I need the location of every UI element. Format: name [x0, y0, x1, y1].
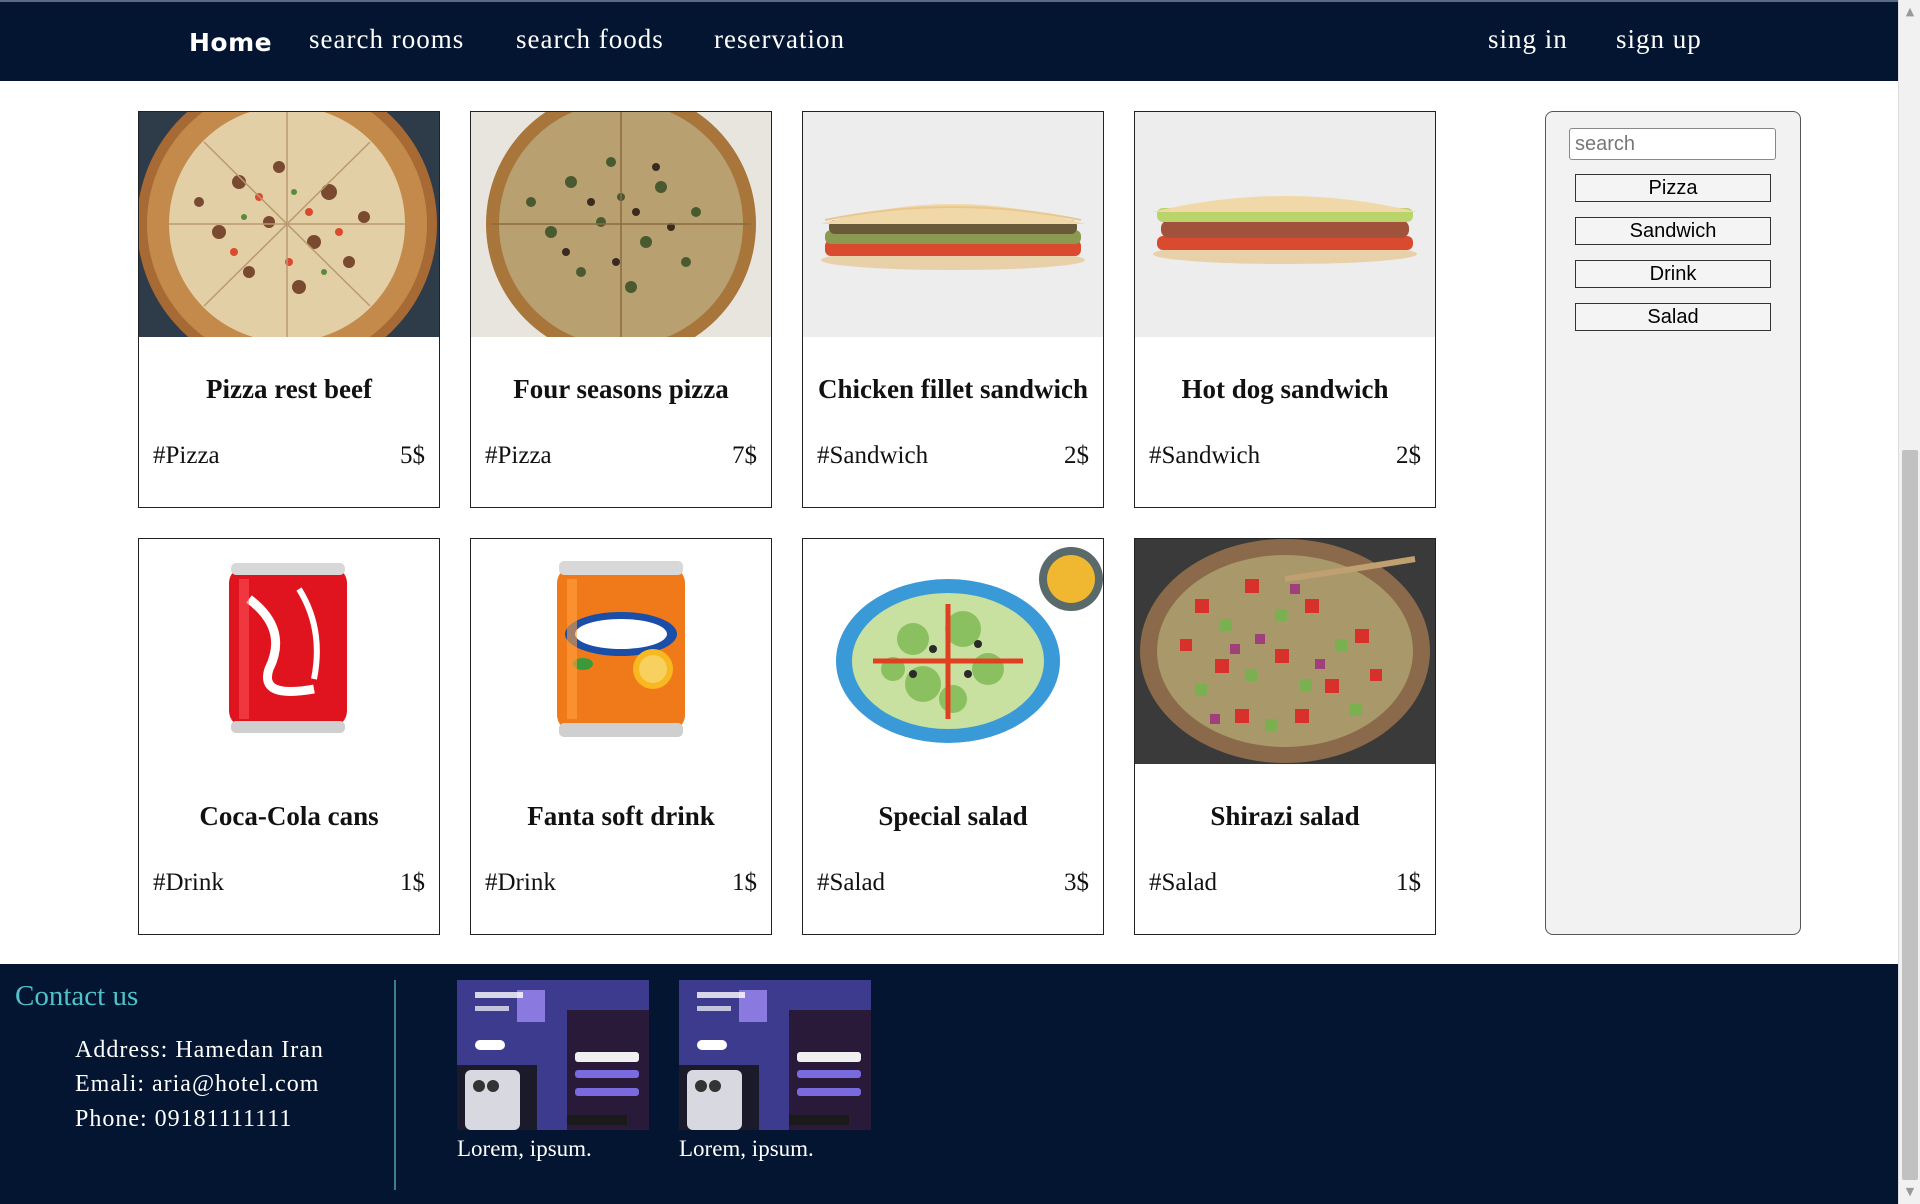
footer-divider	[394, 980, 396, 1190]
promo-banner-image[interactable]	[457, 980, 649, 1130]
category-salad-button[interactable]: Salad	[1575, 303, 1771, 331]
hotdog-sandwich-image	[1135, 112, 1435, 337]
food-price: 3$	[1064, 869, 1089, 896]
food-title: Shirazi salad	[1210, 801, 1360, 831]
category-pizza-button[interactable]: Pizza	[1575, 174, 1771, 202]
food-card[interactable]: Special salad #Salad 3$	[802, 538, 1104, 935]
food-price: 1$	[1396, 869, 1421, 896]
food-card[interactable]: Pizza rest beef #Pizza 5$	[138, 111, 440, 508]
nav-search-foods-link[interactable]: search foods	[516, 24, 664, 55]
special-salad-image	[803, 539, 1103, 764]
pizza-beef-image	[139, 112, 439, 337]
search-input[interactable]	[1569, 128, 1776, 160]
food-title: Fanta soft drink	[527, 801, 715, 831]
contact-phone: Phone: 09181111111	[75, 1106, 293, 1132]
food-card[interactable]: Shirazi salad #Salad 1$	[1134, 538, 1436, 935]
pizza-four-seasons-image	[471, 112, 771, 337]
food-card[interactable]: Fanta soft drink #Drink 1$	[470, 538, 772, 935]
food-card[interactable]: Four seasons pizza #Pizza 7$	[470, 111, 772, 508]
scroll-down-icon[interactable]: ▼	[1899, 1182, 1920, 1202]
promo-caption: Lorem, ipsum.	[679, 1136, 814, 1161]
nav-reservation-link[interactable]: reservation	[714, 24, 845, 55]
site-footer: Contact us Address: Hamedan Iran Emali: …	[0, 964, 1898, 1204]
food-title: Hot dog sandwich	[1181, 374, 1389, 404]
chicken-sandwich-image	[803, 112, 1103, 337]
page-scrollbar[interactable]: ▲ ▼	[1898, 0, 1920, 1204]
food-tag[interactable]: #Pizza	[485, 442, 552, 470]
food-tag[interactable]: #Drink	[153, 869, 224, 897]
nav-search-rooms-link[interactable]: search rooms	[309, 24, 464, 55]
coca-cola-can-image	[139, 539, 439, 764]
nav-home-link[interactable]: Home	[189, 28, 272, 57]
food-card[interactable]: Coca-Cola cans #Drink 1$	[138, 538, 440, 935]
nav-sign-in-link[interactable]: sing in	[1488, 24, 1568, 55]
scrollbar-thumb[interactable]	[1902, 450, 1918, 1180]
food-tag[interactable]: #Pizza	[153, 442, 220, 470]
fanta-can-image	[471, 539, 771, 764]
food-price: 1$	[400, 869, 425, 896]
food-tag[interactable]: #Sandwich	[817, 442, 928, 470]
category-drink-button[interactable]: Drink	[1575, 260, 1771, 288]
food-title: Coca-Cola cans	[199, 801, 379, 831]
food-price: 2$	[1064, 442, 1089, 469]
food-price: 7$	[732, 442, 757, 469]
food-card[interactable]: Hot dog sandwich #Sandwich 2$	[1134, 111, 1436, 508]
food-price: 1$	[732, 869, 757, 896]
shirazi-salad-image	[1135, 539, 1435, 764]
food-title: Chicken fillet sandwich	[817, 374, 1089, 404]
food-tag[interactable]: #Salad	[1149, 869, 1217, 897]
scroll-up-icon[interactable]: ▲	[1899, 2, 1920, 22]
food-tag[interactable]: #Salad	[817, 869, 885, 897]
contact-us-heading: Contact us	[15, 980, 139, 1012]
food-card[interactable]: Chicken fillet sandwich #Sandwich 2$	[802, 111, 1104, 508]
food-title: Four seasons pizza	[513, 374, 729, 404]
filter-sidebar: Pizza Sandwich Drink Salad	[1545, 111, 1801, 935]
food-title: Special salad	[878, 801, 1028, 831]
food-price: 2$	[1396, 442, 1421, 469]
contact-address: Address: Hamedan Iran	[75, 1037, 324, 1063]
contact-email: Emali: aria@hotel.com	[75, 1071, 320, 1097]
top-navbar: Home search rooms search foods reservati…	[0, 0, 1898, 81]
food-price: 5$	[400, 442, 425, 469]
promo-caption: Lorem, ipsum.	[457, 1136, 592, 1161]
food-tag[interactable]: #Drink	[485, 869, 556, 897]
promo-banner-image[interactable]	[679, 980, 871, 1130]
category-sandwich-button[interactable]: Sandwich	[1575, 217, 1771, 245]
nav-sign-up-link[interactable]: sign up	[1616, 24, 1702, 55]
food-title: Pizza rest beef	[206, 374, 372, 404]
food-tag[interactable]: #Sandwich	[1149, 442, 1260, 470]
